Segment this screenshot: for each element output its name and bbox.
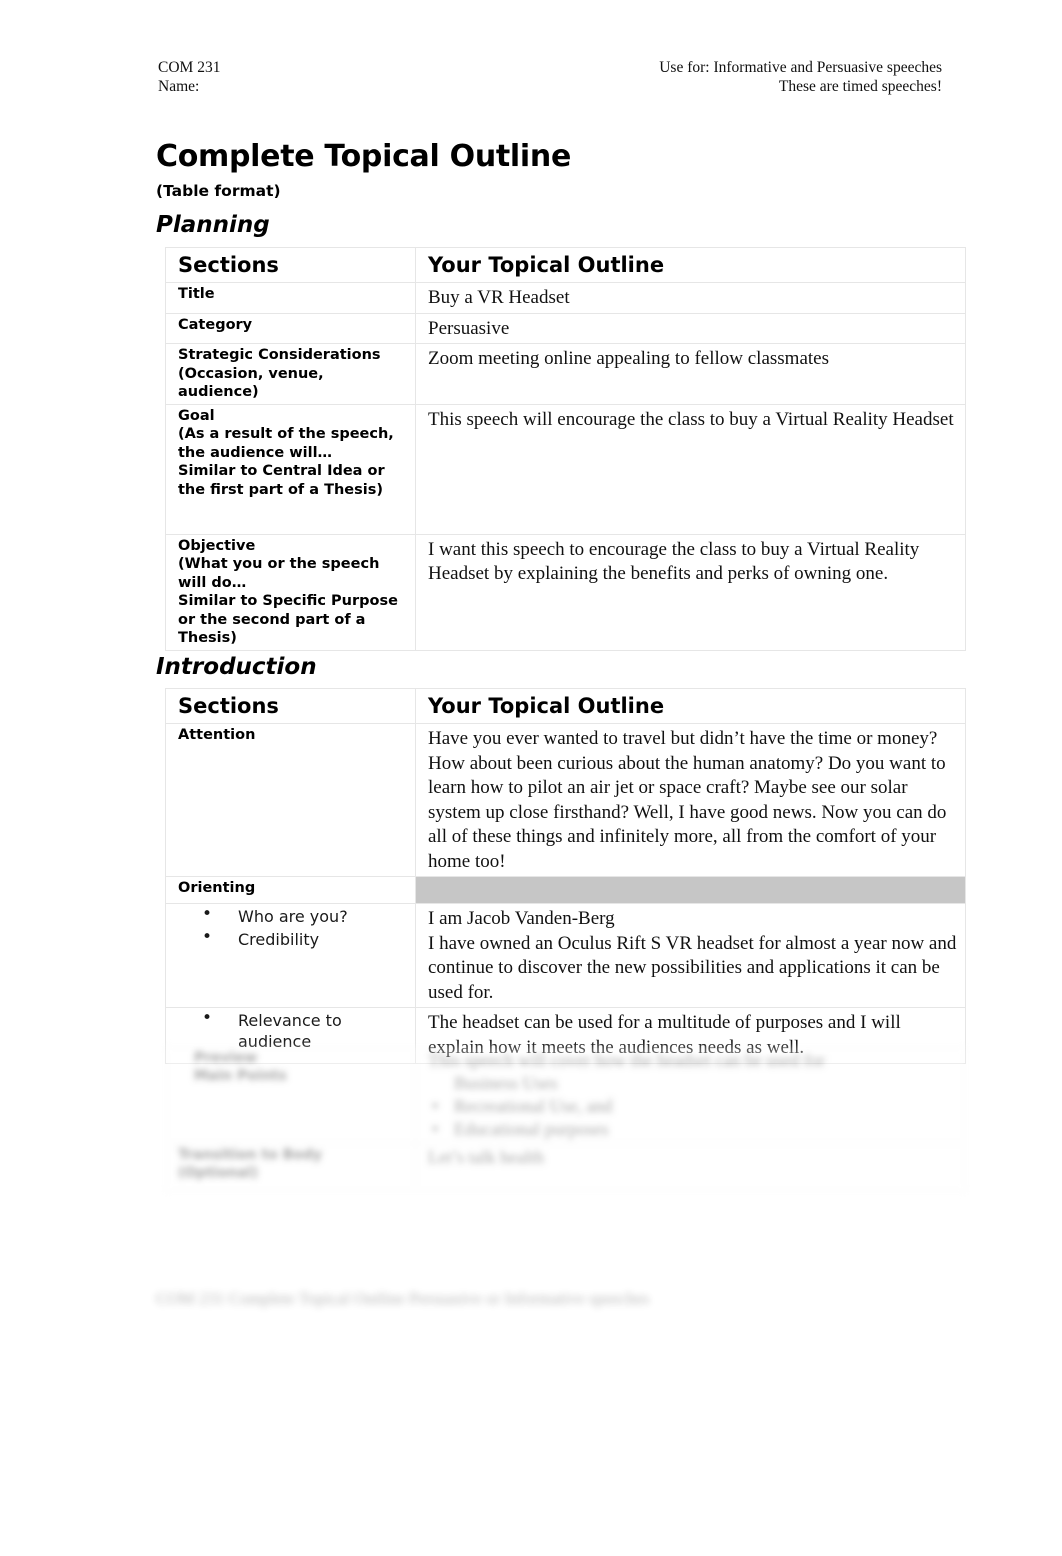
value-who-are-you: I am Jacob Vanden-Berg: [428, 908, 615, 929]
table-row: Objective (What you or the speech will d…: [165, 533, 966, 651]
orienting-bullet-list: • Who are you? • Credibility: [166, 904, 409, 950]
row-label-text: Strategic Considerations: [178, 347, 381, 363]
faded-document-footer: COM 231 Complete Topical Outline Persuas…: [156, 1289, 650, 1308]
table-row: Transition to Body (Optional) Let’s talk…: [165, 1143, 966, 1192]
row-label-goal: Goal (As a result of the speech, the aud…: [165, 403, 416, 535]
bullet-icon: •: [202, 927, 213, 947]
table-row: • Relevance to audience The headset can …: [165, 1007, 966, 1064]
faded-label-text: Transition to Body: [178, 1147, 323, 1163]
timed-speeches-note: These are timed speeches!: [778, 78, 942, 95]
list-item: • Who are you?: [166, 904, 409, 927]
faded-label-note: (Optional): [178, 1165, 259, 1181]
list-item: • Recreational Use, and: [432, 1095, 959, 1118]
row-label-text: Objective: [178, 537, 256, 554]
row-value-orienting-identity-credibility[interactable]: I am Jacob Vanden-Berg I have owned an O…: [415, 903, 966, 1008]
row-label-orienting-bullets: • Who are you? • Credibility: [165, 903, 416, 1008]
row-value-category[interactable]: Persuasive: [415, 312, 966, 344]
use-for-note: Use for: Informative and Persuasive spee…: [659, 59, 942, 76]
faded-table-rows: Preview Main Points This speech will cov…: [165, 1046, 967, 1194]
table-header-row: Sections Your Topical Outline: [165, 688, 966, 724]
column-header-sections: Sections: [165, 247, 416, 283]
faded-table: Preview Main Points This speech will cov…: [165, 1046, 966, 1192]
row-label-attention: Attention: [165, 723, 416, 877]
faded-label-note: Main Points: [194, 1068, 287, 1084]
row-label-title: Title: [165, 282, 416, 314]
section-heading-introduction: Introduction: [156, 654, 317, 680]
table-row-orienting-header: Orienting: [165, 876, 966, 904]
row-label-objective: Objective (What you or the speech will d…: [165, 533, 416, 651]
row-value-goal[interactable]: This speech will encourage the class to …: [415, 403, 966, 535]
value-credibility: I have owned an Oculus Rift S VR headset…: [428, 932, 957, 1003]
page-title: Complete Topical Outline: [156, 139, 571, 174]
relevance-bullet-list: • Relevance to audience: [166, 1008, 409, 1052]
row-label-note: (What you or the speech will do… Similar…: [178, 556, 398, 646]
table-header-row: Sections Your Topical Outline: [165, 247, 966, 283]
faded-row-value-transition: Let’s talk health: [415, 1143, 966, 1192]
course-code: COM 231: [158, 59, 221, 76]
table-row: Strategic Considerations (Occasion, venu…: [165, 343, 966, 405]
row-label-text: Goal: [178, 407, 215, 424]
faded-bullet-label: Recreational Use, and: [454, 1096, 613, 1116]
row-label-note: (As a result of the speech, the audience…: [178, 426, 394, 498]
faded-bullet-label: Educational purposes: [454, 1119, 609, 1139]
document-page: COM 231 Use for: Informative and Persuas…: [0, 0, 1062, 1556]
row-label-note: (Occasion, venue, audience): [178, 365, 324, 401]
row-value-orienting-empty[interactable]: [415, 876, 966, 904]
row-value-relevance[interactable]: The headset can be used for a multitude …: [415, 1007, 966, 1064]
name-label: Name:: [158, 78, 200, 95]
planning-table: Sections Your Topical Outline Title Buy …: [165, 247, 966, 651]
header-row-2: Name: These are timed speeches!: [158, 77, 942, 96]
bullet-icon: •: [432, 1096, 439, 1116]
header-row-1: COM 231 Use for: Informative and Persuas…: [158, 58, 942, 77]
bullet-label: Who are you?: [238, 907, 348, 926]
bullet-icon: •: [202, 1008, 213, 1028]
column-header-sections: Sections: [165, 688, 416, 724]
section-heading-planning: Planning: [156, 212, 270, 238]
bullet-label: Relevance to audience: [238, 1011, 342, 1051]
table-row: Attention Have you ever wanted to travel…: [165, 723, 966, 877]
column-header-outline: Your Topical Outline: [415, 247, 966, 283]
bullet-icon: •: [202, 904, 213, 924]
table-row: • Who are you? • Credibility I am Jacob …: [165, 903, 966, 1008]
highlighted-empty-cell: [416, 877, 965, 903]
table-row: Title Buy a VR Headset: [165, 282, 966, 314]
row-label-category: Category: [165, 312, 416, 344]
list-item: • Credibility: [166, 927, 409, 950]
page-subtitle: (Table format): [156, 182, 281, 200]
bullet-icon: •: [432, 1119, 439, 1139]
bullet-label: Credibility: [238, 930, 320, 949]
table-row: Category Persuasive: [165, 312, 966, 344]
row-value-attention[interactable]: Have you ever wanted to travel but didn’…: [415, 723, 966, 877]
running-header: COM 231 Use for: Informative and Persuas…: [158, 58, 942, 96]
faded-row-label-transition: Transition to Body (Optional): [165, 1143, 416, 1192]
row-label-strategic-considerations: Strategic Considerations (Occasion, venu…: [165, 343, 416, 405]
faded-value-sub: Business Uses: [454, 1073, 558, 1093]
row-value-objective[interactable]: I want this speech to encourage the clas…: [415, 533, 966, 651]
row-value-strategic-considerations[interactable]: Zoom meeting online appealing to fellow …: [415, 343, 966, 405]
row-label-orienting: Orienting: [165, 876, 416, 904]
row-value-title[interactable]: Buy a VR Headset: [415, 282, 966, 314]
faded-bullet-list: • Recreational Use, and • Educational pu…: [428, 1095, 959, 1141]
row-label-relevance: • Relevance to audience: [165, 1007, 416, 1064]
list-item: • Relevance to audience: [166, 1008, 409, 1052]
column-header-outline: Your Topical Outline: [415, 688, 966, 724]
table-row: Goal (As a result of the speech, the aud…: [165, 403, 966, 535]
introduction-table: Sections Your Topical Outline Attention …: [165, 688, 966, 1064]
list-item: • Educational purposes: [432, 1118, 959, 1141]
